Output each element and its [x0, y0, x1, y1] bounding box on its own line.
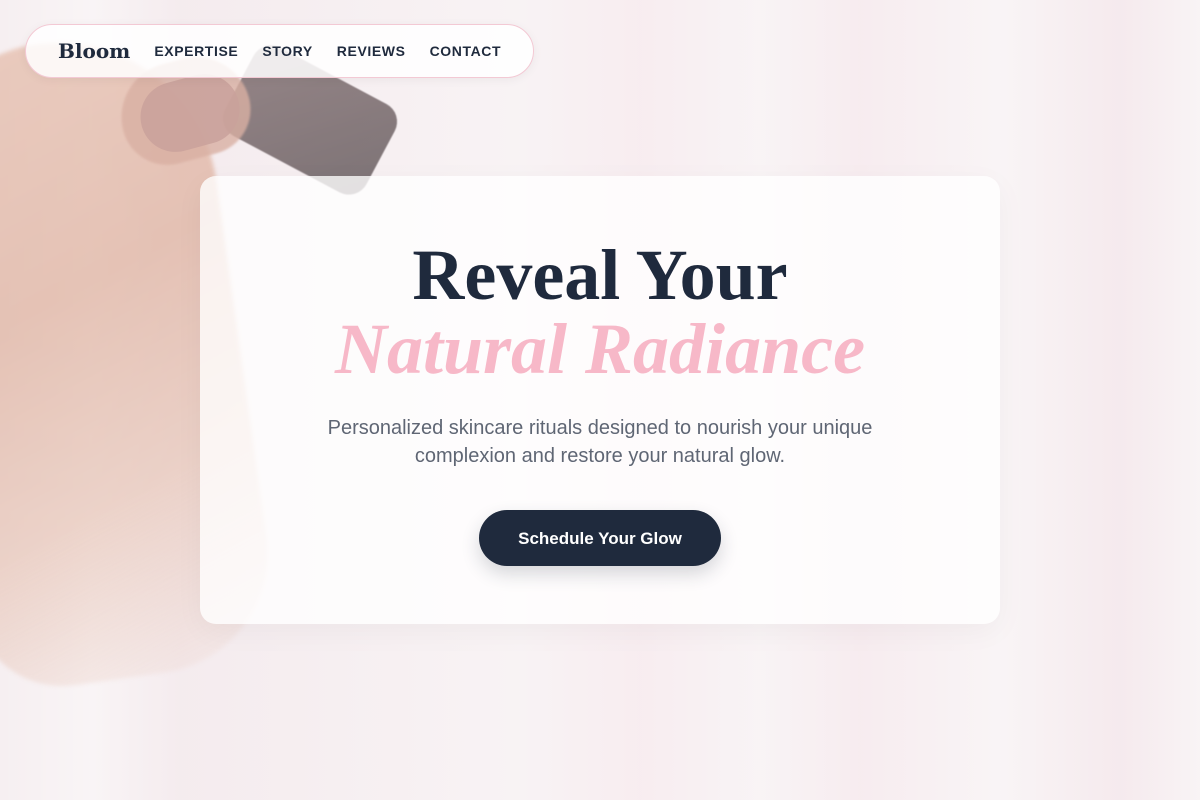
nav-link-contact[interactable]: CONTACT	[430, 43, 502, 59]
hero-card: Reveal Your Natural Radiance Personalize…	[200, 176, 1000, 624]
brand-logo[interactable]: Bloom	[58, 39, 130, 63]
nav-link-reviews[interactable]: REVIEWS	[337, 43, 406, 59]
hero-headline: Reveal Your	[412, 235, 788, 315]
nav-link-story[interactable]: STORY	[262, 43, 312, 59]
hero-subtext: Personalized skincare rituals designed t…	[327, 417, 873, 467]
landing-page: Bloom EXPERTISE STORY REVIEWS CONTACT Re…	[0, 0, 1200, 800]
nav-link-expertise[interactable]: EXPERTISE	[154, 43, 238, 59]
top-nav: Bloom EXPERTISE STORY REVIEWS CONTACT	[25, 24, 535, 78]
hero-headline-accent: Natural Radiance	[334, 309, 866, 389]
schedule-glow-button[interactable]: Schedule Your Glow	[479, 510, 721, 566]
